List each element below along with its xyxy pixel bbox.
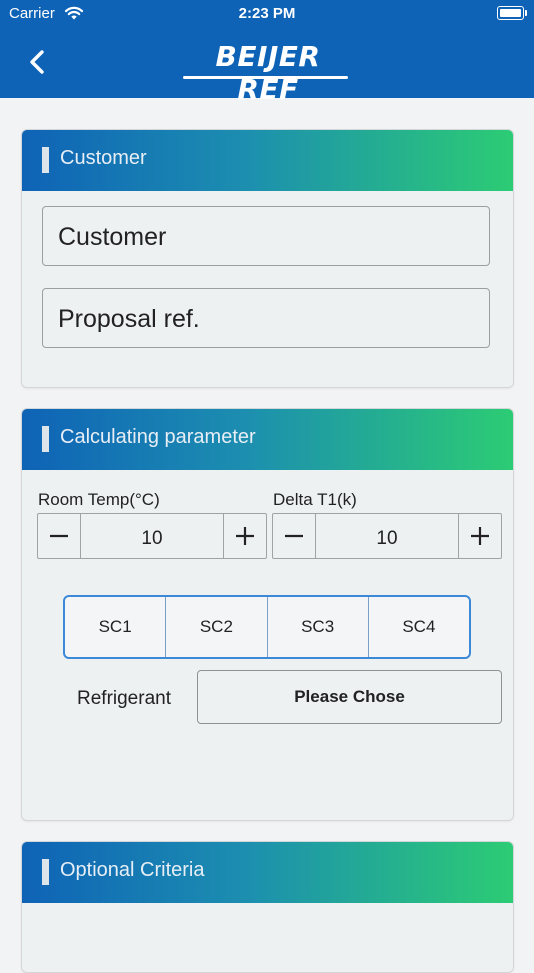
customer-card: Customer Customer Proposal ref.: [21, 129, 514, 388]
delta-t1-stepper: 10: [272, 513, 502, 559]
segment-sc4[interactable]: SC4: [369, 597, 469, 657]
top-bar: Carrier 2:23 PM BEIJER REF: [0, 0, 534, 106]
status-bar: Carrier 2:23 PM: [0, 0, 534, 28]
room-temp-decrement-button[interactable]: [38, 514, 81, 558]
header-accent-bar: [42, 147, 49, 173]
refrigerant-label: Refrigerant: [77, 688, 171, 709]
delta-t1-decrement-button[interactable]: [273, 514, 316, 558]
customer-card-title: Customer: [60, 147, 147, 169]
brand-logo-underline: [183, 76, 348, 79]
delta-t1-label: Delta T1(k): [273, 490, 357, 509]
delta-t1-increment-button[interactable]: [458, 514, 501, 558]
calc-card-title: Calculating parameter: [60, 426, 256, 448]
room-temp-label: Room Temp(°C): [38, 490, 160, 509]
delta-t1-value[interactable]: 10: [315, 514, 459, 558]
clock: 2:23 PM: [238, 5, 296, 22]
optional-card-title: Optional Criteria: [60, 859, 205, 881]
segment-sc1[interactable]: SC1: [65, 597, 167, 657]
sc-segmented-control: SC1 SC2 SC3 SC4: [63, 595, 471, 659]
optional-criteria-card: Optional Criteria: [21, 841, 514, 973]
brand-logo: BEIJER REF: [215, 40, 321, 106]
optional-card-header: Optional Criteria: [22, 842, 513, 903]
battery-icon: [497, 6, 527, 20]
proposal-ref-input[interactable]: Proposal ref.: [42, 288, 490, 348]
plus-icon: [236, 527, 254, 545]
calculating-parameter-card: Calculating parameter Room Temp(°C) 10 D…: [21, 408, 514, 821]
segment-sc2[interactable]: SC2: [166, 597, 268, 657]
back-chevron-icon[interactable]: [24, 46, 52, 78]
header-accent-bar: [42, 859, 49, 885]
room-temp-stepper: 10: [37, 513, 267, 559]
minus-icon: [50, 534, 68, 538]
minus-icon: [285, 534, 303, 538]
segment-sc3[interactable]: SC3: [268, 597, 369, 657]
plus-icon: [471, 527, 489, 545]
calc-card-header: Calculating parameter: [22, 409, 513, 470]
header-accent-bar: [42, 426, 49, 452]
room-temp-increment-button[interactable]: [223, 514, 266, 558]
room-temp-value[interactable]: 10: [80, 514, 224, 558]
customer-input[interactable]: Customer: [42, 206, 490, 266]
customer-card-header: Customer: [22, 130, 513, 191]
refrigerant-select-button[interactable]: Please Chose: [197, 670, 502, 724]
